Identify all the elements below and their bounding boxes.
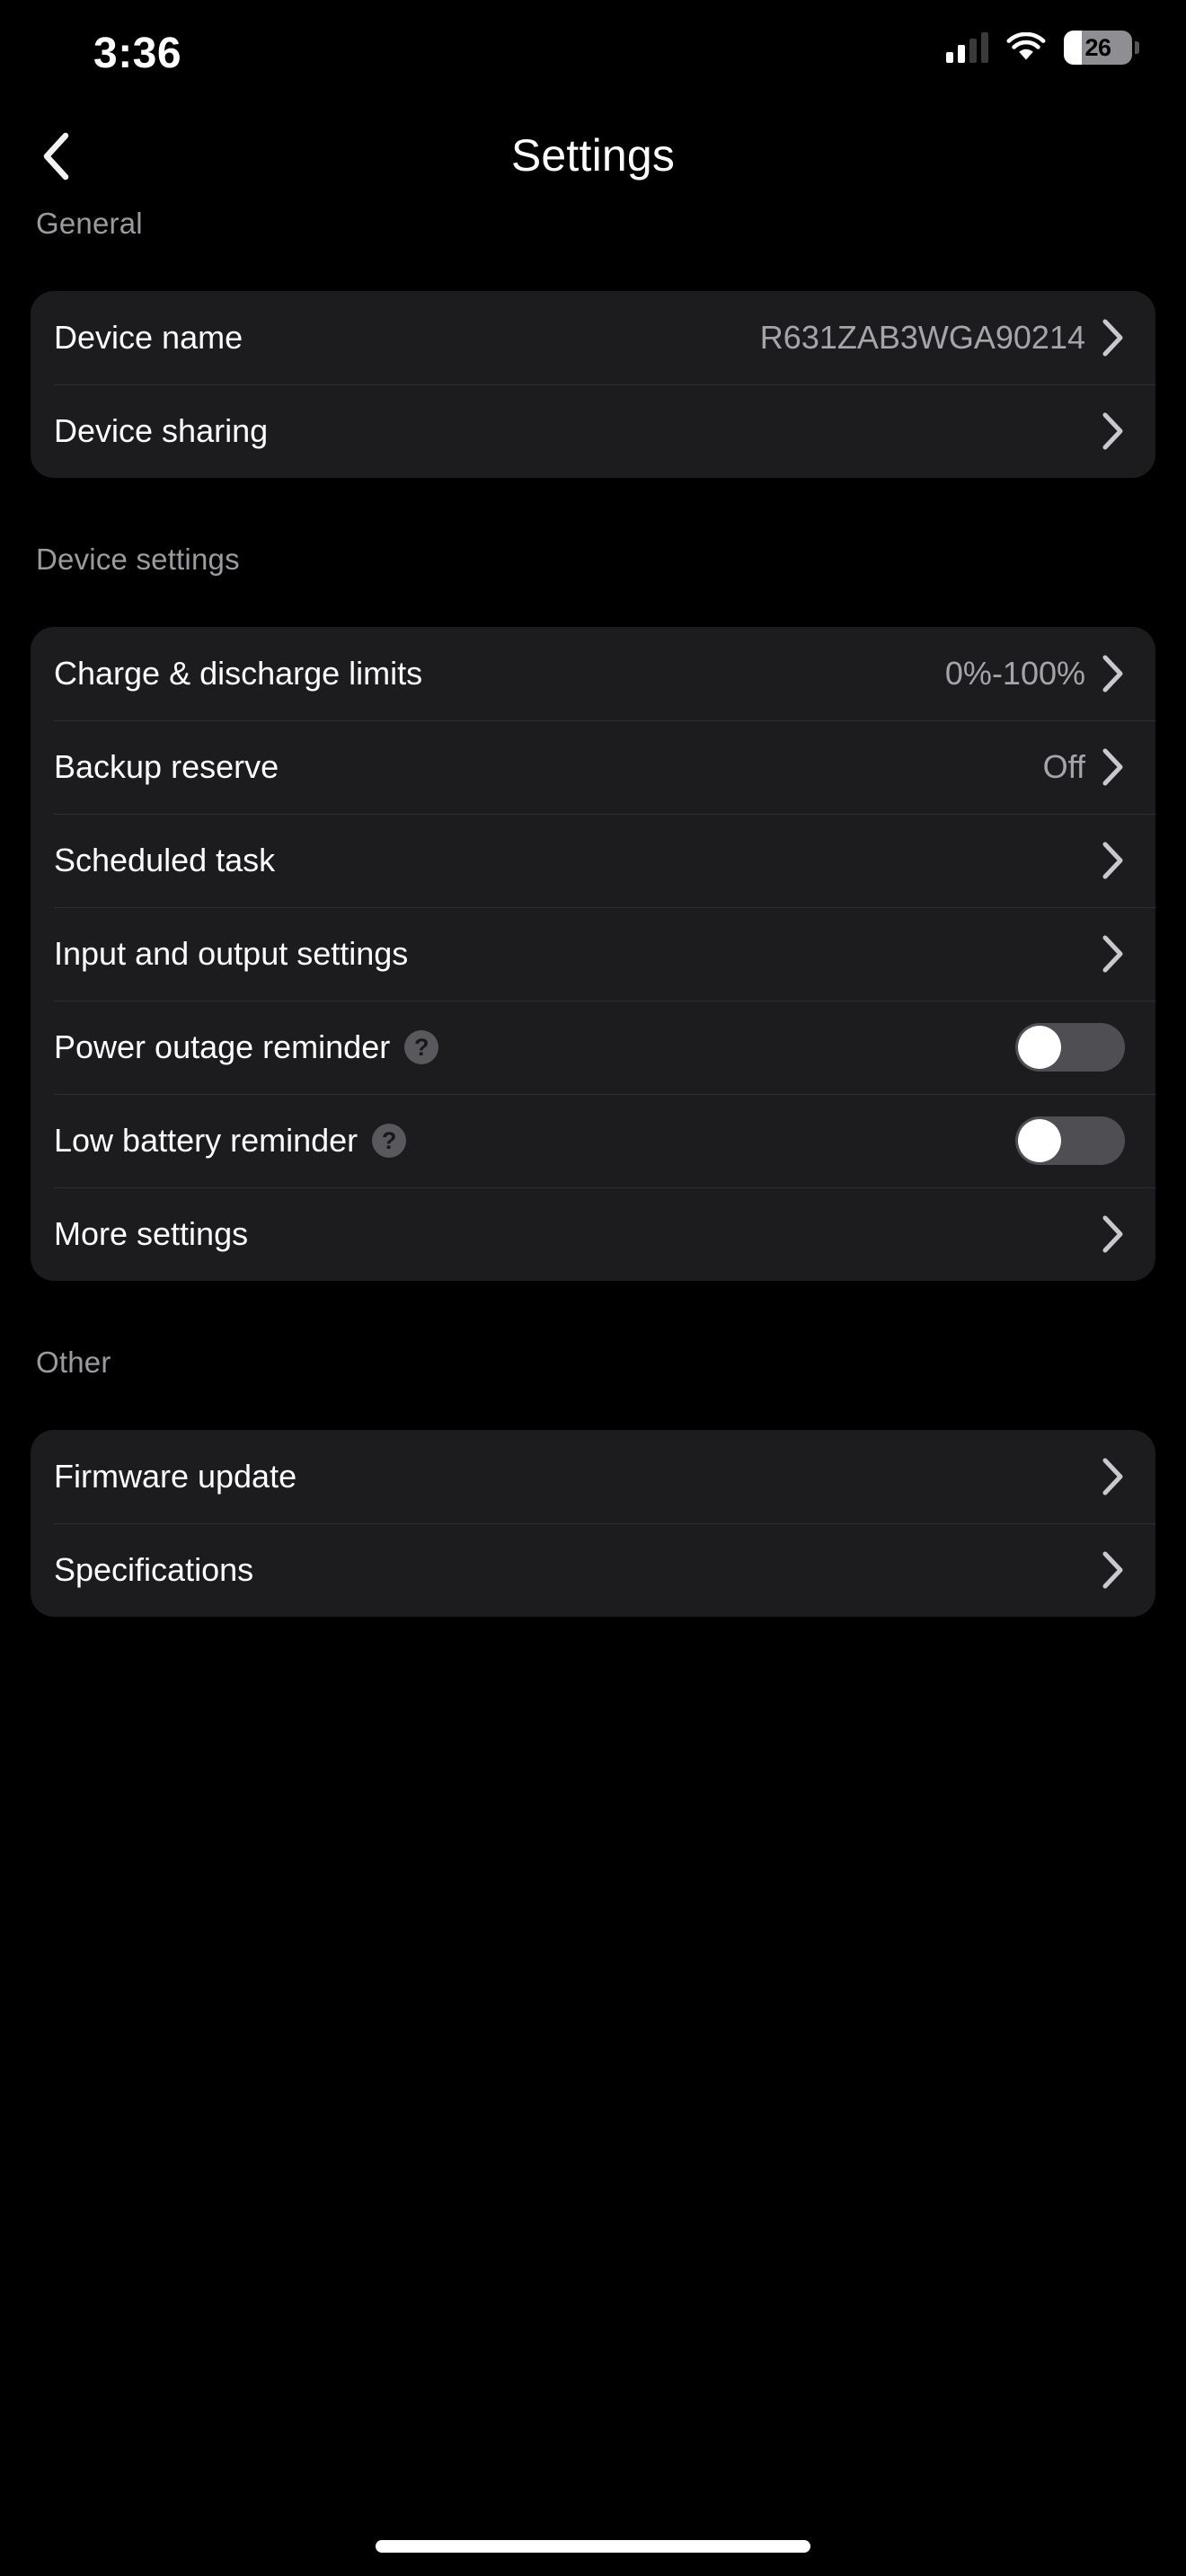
row-charge-discharge-limits[interactable]: Charge & discharge limits 0%-100%: [31, 627, 1155, 720]
chevron-right-icon: [1102, 747, 1125, 787]
row-label: Device name: [54, 319, 243, 356]
toggle-knob: [1018, 1119, 1061, 1162]
chevron-right-icon: [1102, 934, 1125, 974]
section-header-general: General: [36, 207, 143, 240]
page-title: Settings: [510, 130, 676, 181]
battery-level-fill: [1064, 31, 1082, 65]
cellular-signal-icon: [946, 32, 988, 63]
row-divider: [54, 720, 1155, 721]
chevron-right-icon: [1102, 1457, 1125, 1496]
row-scheduled-task[interactable]: Scheduled task: [31, 814, 1155, 907]
row-label: Firmware update: [54, 1458, 297, 1495]
row-value-device-name: R631ZAB3WGA90214: [759, 319, 1085, 356]
row-divider: [54, 814, 1155, 815]
toggle-power-outage-reminder[interactable]: [1015, 1023, 1125, 1072]
row-backup-reserve[interactable]: Backup reserve Off: [31, 720, 1155, 814]
chevron-right-icon: [1102, 318, 1125, 357]
row-label: Device sharing: [54, 412, 269, 449]
status-bar: 3:36 26: [0, 0, 1186, 106]
row-specifications[interactable]: Specifications: [31, 1523, 1155, 1617]
card-other: Firmware update Specifications: [31, 1430, 1155, 1617]
toggle-low-battery-reminder[interactable]: [1015, 1116, 1125, 1165]
row-power-outage-reminder[interactable]: Power outage reminder ?: [31, 1001, 1155, 1094]
help-icon[interactable]: ?: [404, 1030, 439, 1064]
row-input-output-settings[interactable]: Input and output settings: [31, 907, 1155, 1001]
chevron-right-icon: [1102, 411, 1125, 451]
row-divider: [54, 907, 1155, 908]
row-device-sharing[interactable]: Device sharing: [31, 384, 1155, 478]
row-label: Low battery reminder: [54, 1122, 358, 1159]
section-header-device-settings: Device settings: [36, 543, 240, 576]
phone-screen: 3:36 26 Settings General Device name R63…: [0, 0, 1186, 2576]
settings-list: General Device name R631ZAB3WGA90214 Dev…: [0, 207, 1186, 1617]
card-general: Device name R631ZAB3WGA90214 Device shar…: [31, 291, 1155, 478]
chevron-right-icon: [1102, 654, 1125, 693]
chevron-right-icon: [1102, 1214, 1125, 1254]
chevron-right-icon: [1102, 1550, 1125, 1590]
help-icon[interactable]: ?: [372, 1124, 407, 1158]
nav-bar: Settings: [0, 106, 1186, 207]
status-bar-time: 3:36: [93, 30, 182, 77]
row-label: More settings: [54, 1215, 249, 1252]
row-more-settings[interactable]: More settings: [31, 1187, 1155, 1281]
row-divider: [54, 384, 1155, 385]
row-low-battery-reminder[interactable]: Low battery reminder ?: [31, 1094, 1155, 1187]
row-divider: [54, 1187, 1155, 1188]
row-device-name[interactable]: Device name R631ZAB3WGA90214: [31, 291, 1155, 384]
row-label: Input and output settings: [54, 935, 409, 972]
toggle-knob: [1018, 1026, 1061, 1069]
section-header-other: Other: [36, 1345, 111, 1379]
battery-icon: 26: [1064, 31, 1139, 65]
row-label: Power outage reminder: [54, 1028, 391, 1065]
row-value-charge-limits: 0%-100%: [944, 655, 1085, 692]
row-label: Specifications: [54, 1551, 254, 1588]
row-label: Backup reserve: [54, 748, 279, 785]
battery-percent-label: 26: [1084, 33, 1111, 61]
status-bar-indicators: 26: [946, 31, 1139, 65]
row-firmware-update[interactable]: Firmware update: [31, 1430, 1155, 1523]
row-divider: [54, 1523, 1155, 1524]
row-value-backup-reserve: Off: [1042, 748, 1085, 785]
row-divider: [54, 1094, 1155, 1095]
row-label: Charge & discharge limits: [54, 655, 423, 692]
home-indicator[interactable]: [376, 2540, 810, 2553]
row-label: Scheduled task: [54, 842, 276, 878]
card-device-settings: Charge & discharge limits 0%-100% Backup…: [31, 627, 1155, 1281]
wifi-icon: [1006, 31, 1046, 63]
chevron-right-icon: [1102, 841, 1125, 880]
